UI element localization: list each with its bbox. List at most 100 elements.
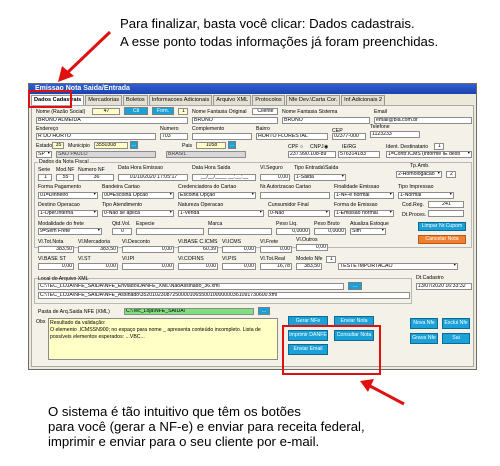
peso-liq-field[interactable]: 0,0000 bbox=[276, 228, 310, 235]
qtd-vol-label: Qtd.Vol. bbox=[112, 221, 131, 227]
autorizacao-field[interactable] bbox=[260, 192, 330, 199]
bottom-caption-line2: para você (gerar a NF-e) e enviar para r… bbox=[48, 419, 365, 434]
email-field[interactable]: email@bla.com.br bbox=[374, 117, 472, 124]
total2-label-7: Modelo Nfe bbox=[296, 256, 323, 262]
bairro-field[interactable]: HORTO FLORESTAL bbox=[256, 133, 328, 140]
data-emissao-field[interactable]: 01/10/2020 17:05:17 bbox=[118, 174, 188, 181]
consumidor-select[interactable]: 0-Nao bbox=[268, 210, 330, 217]
total2-label-6: Vl.Tot.Real bbox=[260, 256, 286, 262]
peso-bruto-field[interactable]: 0,0000 bbox=[314, 228, 346, 235]
forma-pagamento-select[interactable]: 01=Dinheiro bbox=[38, 192, 98, 199]
forn-button[interactable]: Forn. bbox=[152, 107, 174, 115]
tipo-cadastro-field[interactable]: 1 bbox=[178, 108, 188, 115]
total2-label-4: Vl.COFINS bbox=[178, 256, 204, 262]
telefone-field[interactable]: 1123233 bbox=[370, 131, 420, 138]
tipo-entrada-select[interactable]: 1-Saida bbox=[294, 174, 346, 181]
tab-protocolos[interactable]: Protocolos bbox=[252, 95, 285, 105]
tipo-entrada-label: Tipo Entrada\Saida bbox=[294, 165, 339, 171]
cod-reg-field[interactable]: 241 bbox=[428, 201, 464, 208]
modelo-nfe-select[interactable]: TESTE IMPORTACAO bbox=[338, 263, 458, 270]
nfe-emission-window: Emissao Nota Saida/Entrada Dados Cadastr… bbox=[28, 83, 477, 370]
tipo-atendimento-select[interactable]: 0-Não se aplica bbox=[102, 210, 174, 217]
cep-field[interactable]: 02377-000 bbox=[332, 133, 366, 140]
tipo-impressao-select[interactable]: 1-Normal bbox=[398, 192, 454, 199]
data-saida-field[interactable]: __/__/____ __:__:__ bbox=[192, 174, 256, 181]
destino-select[interactable]: 1-Oper.interna bbox=[38, 210, 98, 217]
exclui-nfe-button[interactable]: Exclui Nfe bbox=[442, 318, 470, 329]
cli-button[interactable]: Cli bbox=[124, 107, 148, 115]
estado-codigo-field[interactable]: 35 bbox=[52, 142, 64, 149]
ident-dest-select[interactable]: 1=Contr.ICMS (informe IE desti bbox=[386, 151, 472, 158]
limpar-cupom-button[interactable]: Limpar Nr.Cupom bbox=[418, 222, 466, 231]
tab-mercadorias[interactable]: Mercadorias bbox=[85, 95, 123, 105]
cancelar-nota-button[interactable]: Cancelar Nota bbox=[418, 235, 466, 244]
natureza-select[interactable]: 1-Venda bbox=[178, 210, 264, 217]
serie-field[interactable]: 1 bbox=[38, 174, 52, 181]
total2-value-6: 16,78 bbox=[260, 263, 292, 270]
tab-boletos[interactable]: Boletos bbox=[123, 95, 148, 105]
bandeira-select[interactable]: 00=Escolha Opcao bbox=[102, 192, 174, 199]
forma-emissao-label: Forma de Emissao bbox=[334, 202, 378, 208]
total-value-2: 383,50 bbox=[78, 246, 118, 253]
autorizacao-label: Nr.Autorizacao Cartao bbox=[260, 184, 312, 190]
sai-button[interactable]: Sai bbox=[442, 333, 470, 344]
cnpj-radio[interactable]: ◉ bbox=[324, 144, 329, 150]
pais-nome-field: BRASIL bbox=[166, 151, 246, 158]
cpf-cnpj-field[interactable]: 237.990.108-89 bbox=[288, 151, 336, 158]
tab-informacoes-adicionais[interactable]: Informacoes Adicionais bbox=[148, 95, 213, 105]
dt-proces-field[interactable] bbox=[428, 210, 464, 217]
xml-path-2[interactable]: C:\TEC_LOJA\NFE_SAIDA\NFE_Assinado\35201… bbox=[38, 292, 410, 299]
endereco-field[interactable]: R DO HORTO bbox=[36, 133, 156, 140]
xml-local-label: Local do Arquivo XML bbox=[38, 276, 89, 282]
tp-amb-field[interactable]: 2 bbox=[446, 171, 456, 178]
uf-select[interactable]: SP bbox=[36, 151, 52, 158]
pasta-saida-field[interactable]: C:\Tec_Loja\NFE_SAIDA\ bbox=[124, 308, 254, 315]
ie-field[interactable]: 576314183 bbox=[338, 151, 380, 158]
especie-field[interactable] bbox=[136, 228, 204, 235]
tab-arquivo-xml[interactable]: Arquivo XML bbox=[213, 95, 252, 105]
complemento-field[interactable] bbox=[192, 133, 252, 140]
ident-dest-field[interactable]: 1 bbox=[434, 143, 444, 150]
vl-seguro-field[interactable]: 0,00 bbox=[260, 174, 290, 181]
finalidade-select[interactable]: 1-NF-e normal bbox=[334, 192, 394, 199]
cpf-radio[interactable]: ○ bbox=[300, 144, 303, 150]
qtd-vol-field[interactable]: 0 bbox=[112, 228, 132, 235]
pais-lookup-button[interactable]: … bbox=[228, 141, 236, 149]
atualiza-estoque-select[interactable]: Sim bbox=[350, 228, 386, 235]
pasta-browse-button[interactable]: … bbox=[258, 307, 270, 315]
xml-browse-button[interactable]: ... bbox=[348, 282, 362, 290]
forma-emissao-select[interactable]: 1-Emissão normal bbox=[334, 210, 394, 217]
total2-value-4: 0,00 bbox=[178, 263, 218, 270]
pais-codigo-field[interactable]: 1058 bbox=[196, 142, 226, 149]
nova-nfe-button[interactable]: Nova Nfe bbox=[410, 318, 438, 329]
nome-field[interactable]: BRUNO ALMEIDA bbox=[36, 117, 188, 124]
credenciadora-select[interactable]: Escolha Opção bbox=[178, 192, 256, 199]
modelo-nfe-field[interactable]: 1 bbox=[326, 256, 336, 263]
nome-label: Nome (Razão Social) bbox=[36, 109, 86, 115]
marca-label: Marca bbox=[208, 221, 223, 227]
tp-amb-select[interactable]: 2-Homologacao bbox=[396, 171, 442, 178]
marca-field[interactable] bbox=[208, 228, 272, 235]
tipo-pessoa-field: Cliente bbox=[252, 108, 278, 115]
mod-field[interactable]: 55 bbox=[56, 174, 74, 181]
obs-textarea[interactable]: Resultado da validação: O elemento .ICMS… bbox=[48, 318, 278, 360]
cliente-codigo-field[interactable]: 47 bbox=[92, 108, 120, 115]
total-label-1: Vl.Tot.Nota bbox=[38, 239, 64, 245]
grava-nfe-button[interactable]: Grava Nfe bbox=[410, 333, 438, 344]
total-value-5: 0,00 bbox=[222, 246, 256, 253]
tab-inf-adicionais-2[interactable]: Inf.Adicionais 2 bbox=[341, 95, 386, 105]
fantasia-sistema-field[interactable]: BRUNO bbox=[282, 117, 370, 124]
window-titlebar: Emissao Nota Saida/Entrada bbox=[29, 84, 476, 94]
numero-field[interactable]: 703 bbox=[160, 133, 188, 140]
modalidade-select[interactable]: 9=Sem Frete bbox=[38, 228, 102, 235]
fantasia-original-field[interactable]: BRUNO bbox=[192, 117, 278, 124]
numero-nf-field[interactable]: 36 bbox=[78, 174, 114, 181]
municipio-codigo-field[interactable]: 3550308 bbox=[94, 142, 128, 149]
ie-label: IE/RG bbox=[342, 144, 357, 150]
xml-path-1[interactable]: C:\TEC_LOJA\NFE_SAIDA\NFE_Enviado\DANFE_… bbox=[38, 283, 344, 290]
obs-line-1: Resultado da validação: bbox=[50, 320, 106, 326]
tab-nfe-dev-carta[interactable]: Nfe Dev.\Carta Cor. bbox=[285, 95, 341, 105]
municipio-lookup-button[interactable]: … bbox=[130, 141, 138, 149]
destino-label: Destino Operacao bbox=[38, 202, 80, 208]
especie-label: Especie bbox=[136, 221, 155, 227]
